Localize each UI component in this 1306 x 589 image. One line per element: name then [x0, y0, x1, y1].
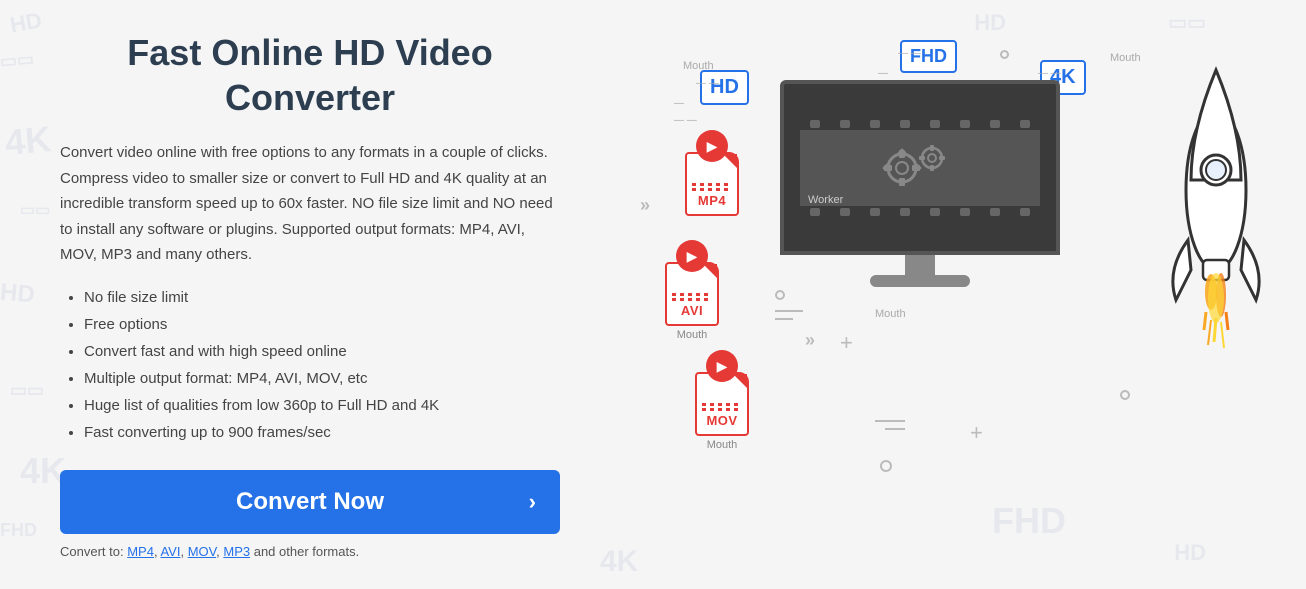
mouth-label-avi: Mouth	[677, 329, 708, 341]
monitor: Worker	[780, 80, 1060, 290]
mouth-label-hd: Mouth	[683, 60, 714, 72]
avi-file-dots2	[672, 298, 712, 301]
mp4-file-dots	[692, 183, 732, 186]
plus-icon-2: +	[840, 330, 853, 356]
feature-item: Free options	[84, 311, 560, 338]
feature-item: No file size limit	[84, 284, 560, 311]
illustration: HD — — — — — Mouth FHD — — — — — 4K Mout…	[620, 0, 1306, 589]
hline-6	[885, 428, 905, 430]
deco-circle-5	[1120, 390, 1130, 400]
convert-button-label: Convert Now	[236, 488, 384, 516]
worker-label: Worker	[808, 194, 843, 206]
mov-file-dots2	[702, 408, 742, 411]
mouth-label-monitor: Mouth	[875, 308, 906, 320]
format-mov-link[interactable]: MOV	[188, 544, 216, 559]
avi-label: AVI	[681, 303, 703, 318]
feature-item: Multiple output format: MP4, AVI, MOV, e…	[84, 365, 560, 392]
formats-suffix: and other formats.	[254, 544, 360, 559]
monitor-stand-base	[870, 275, 970, 287]
avi-play-button: ▶	[676, 240, 708, 272]
description-text: Convert video online with free options t…	[60, 140, 560, 268]
formats-prefix: Convert to:	[60, 544, 124, 559]
rocket-icon	[1156, 50, 1276, 370]
avi-file-dots	[672, 293, 712, 296]
main-container: Fast Online HD VideoConverter Convert vi…	[0, 0, 1306, 589]
monitor-screen: Worker	[780, 80, 1060, 255]
hline-5	[875, 420, 905, 422]
mp4-file-dots2	[692, 188, 732, 191]
arrows-center: »	[805, 330, 815, 351]
format-mp3-link[interactable]: MP3	[223, 544, 250, 559]
features-list: No file size limit Free options Convert …	[60, 284, 560, 446]
mov-label: MOV	[706, 413, 737, 428]
avi-format-badge: ▶ AVI Mouth	[665, 240, 719, 341]
gears-icon	[880, 138, 960, 198]
arrows-left: »	[640, 195, 650, 216]
film-holes-top	[800, 118, 1040, 130]
mouth-label-mov: Mouth	[707, 439, 738, 451]
page-title: Fast Online HD VideoConverter	[60, 30, 560, 120]
convert-formats-text: Convert to: MP4, AVI, MOV, MP3 and other…	[60, 544, 560, 559]
feature-item: Convert fast and with high speed online	[84, 338, 560, 365]
left-panel: Fast Online HD VideoConverter Convert vi…	[0, 0, 620, 589]
monitor-film: Worker	[800, 118, 1040, 218]
convert-now-button[interactable]: Convert Now ›	[60, 470, 560, 534]
film-holes-bottom	[800, 206, 1040, 218]
monitor-stand-neck	[905, 255, 935, 275]
mp4-play-button: ▶	[696, 130, 728, 162]
mov-format-badge: ▶ MOV Mouth	[695, 350, 749, 451]
format-mp4-link[interactable]: MP4	[127, 544, 154, 559]
deco-circle-4	[880, 460, 892, 472]
mov-file-dots	[702, 403, 742, 406]
feature-item: Huge list of qualities from low 360p to …	[84, 392, 560, 419]
mouth-label-4k: Mouth	[1110, 52, 1141, 64]
rocket-container	[1156, 50, 1276, 350]
right-panel: HD — — — — — Mouth FHD — — — — — 4K Mout…	[620, 0, 1306, 589]
deco-circle-6	[1000, 50, 1009, 59]
mov-play-button: ▶	[706, 350, 738, 382]
chevron-right-icon: ›	[529, 489, 536, 515]
mp4-label: MP4	[698, 193, 726, 208]
feature-item: Fast converting up to 900 frames/sec	[84, 419, 560, 446]
deco-circle-3	[775, 290, 785, 300]
hline-3	[775, 310, 803, 312]
mp4-format-badge: ▶ MP4	[685, 130, 739, 216]
format-avi-link[interactable]: AVI	[160, 544, 180, 559]
plus-icon-3: +	[970, 420, 983, 446]
hline-4	[775, 318, 793, 320]
